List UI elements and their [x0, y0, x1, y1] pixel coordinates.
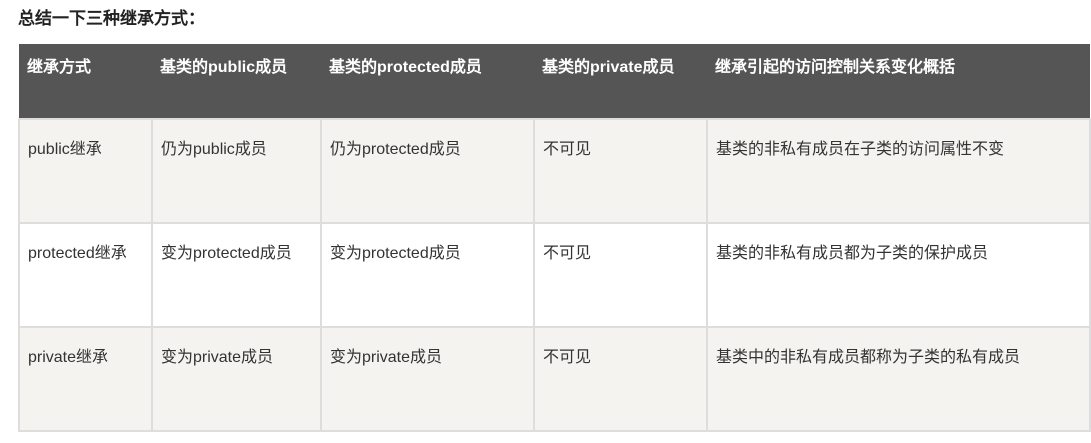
header-cell: 继承方式 [19, 44, 152, 119]
table-cell: 变为private成员 [320, 326, 535, 432]
table-cell: 仍为protected成员 [320, 118, 535, 224]
table-cell: 基类的非私有成员都为子类的保护成员 [706, 222, 1091, 328]
table-cell: 仍为public成员 [151, 118, 322, 224]
table-cell: private继承 [18, 326, 153, 432]
section-title: 总结一下三种继承方式： [18, 9, 205, 28]
table-cell: 不可见 [533, 118, 708, 224]
table-cell: 不可见 [533, 326, 708, 432]
table-cell: 基类中的非私有成员都称为子类的私有成员 [706, 326, 1091, 432]
table-cell: 基类的非私有成员在子类的访问属性不变 [706, 118, 1091, 224]
table-row: public继承 仍为public成员 仍为protected成员 不可见 基类… [18, 118, 1091, 224]
header-cell: 基类的public成员 [152, 44, 321, 119]
header-cell: 基类的protected成员 [321, 44, 534, 119]
table-cell: 不可见 [533, 222, 708, 328]
header-cell: 基类的private成员 [534, 44, 707, 119]
table-cell: 变为private成员 [151, 326, 322, 432]
table-row: private继承 变为private成员 变为private成员 不可见 基类… [18, 326, 1091, 432]
table-cell: protected继承 [18, 222, 153, 328]
table-cell: public继承 [18, 118, 153, 224]
table-cell: 变为protected成员 [151, 222, 322, 328]
table-row: protected继承 变为protected成员 变为protected成员 … [18, 222, 1091, 328]
inheritance-table: 继承方式 基类的public成员 基类的protected成员 基类的priva… [18, 44, 1091, 432]
table-header-row: 继承方式 基类的public成员 基类的protected成员 基类的priva… [19, 44, 1090, 119]
table-cell: 变为protected成员 [320, 222, 535, 328]
header-cell: 继承引起的访问控制关系变化概括 [707, 44, 1090, 119]
